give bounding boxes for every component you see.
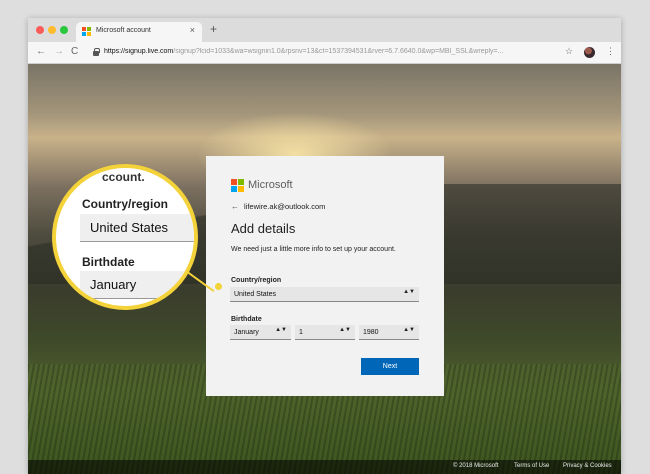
terms-link[interactable]: Terms of Use — [514, 463, 549, 469]
close-window-button[interactable] — [36, 26, 44, 34]
zoom-callout: ccount. Country/region United States Bir… — [52, 164, 198, 310]
bookmark-star-icon[interactable]: ☆ — [565, 46, 573, 57]
microsoft-logo-icon — [231, 179, 244, 192]
next-button[interactable]: Next — [361, 358, 419, 375]
back-arrow-icon[interactable]: ← — [231, 202, 239, 211]
tab-microsoft-account[interactable]: Microsoft account × — [76, 22, 202, 42]
menu-icon[interactable]: ⋮ — [606, 46, 615, 57]
address-bar[interactable]: https://signup.live.com/signup?lcid=1033… — [104, 48, 564, 55]
zoom-country-label: Country/region — [82, 197, 168, 211]
select-arrows-icon: ▲▼ — [339, 327, 351, 333]
privacy-link[interactable]: Privacy & Cookies — [563, 463, 612, 469]
zoom-cut-text: ccount. — [102, 170, 145, 184]
forward-icon[interactable]: → — [54, 46, 64, 57]
tab-strip: Microsoft account × + — [28, 18, 621, 42]
url-path: /signup?lcid=1033&wa=wsignin1.0&rpsnv=13… — [173, 48, 504, 55]
zoom-month-value: January — [90, 277, 137, 292]
zoom-month-select: January ▲▼ — [80, 271, 194, 299]
birth-month-select[interactable]: January ▲▼ — [230, 325, 291, 340]
year-value: 1980 — [363, 329, 379, 336]
microsoft-logo-icon — [82, 27, 91, 36]
birthdate-label: Birthdate — [231, 316, 262, 323]
day-value: 1 — [299, 329, 303, 336]
page-footer: © 2018 Microsoft Terms of Use Privacy & … — [28, 460, 621, 474]
back-icon[interactable]: ← — [36, 46, 46, 57]
zoom-country-select: United States — [80, 214, 194, 242]
zoom-birthdate-label: Birthdate — [82, 255, 135, 269]
country-value: United States — [234, 291, 277, 298]
account-email: lifewire.ak@outlook.com — [244, 202, 326, 211]
tab-close-icon[interactable]: × — [190, 25, 195, 35]
url-host: https://signup.live.com — [104, 48, 174, 55]
signup-card: Microsoft ← lifewire.ak@outlook.com Add … — [206, 156, 444, 396]
callout-dot — [215, 283, 222, 290]
page-title: Add details — [231, 221, 296, 236]
brand-name: Microsoft — [248, 179, 293, 191]
new-tab-button[interactable]: + — [210, 22, 217, 36]
lock-icon — [93, 48, 100, 56]
copyright-text: © 2018 Microsoft — [453, 463, 499, 469]
profile-avatar[interactable] — [584, 47, 595, 58]
select-arrows-icon: ▲▼ — [403, 327, 415, 333]
country-label: Country/region — [231, 277, 282, 284]
minimize-window-button[interactable] — [48, 26, 56, 34]
birth-day-select[interactable]: 1 ▲▼ — [295, 325, 355, 340]
month-value: January — [234, 329, 259, 336]
browser-toolbar: ← → C https://signup.live.com/signup?lci… — [28, 42, 621, 64]
select-arrows-icon: ▲▼ — [180, 275, 194, 282]
tab-title: Microsoft account — [96, 27, 151, 34]
reload-icon[interactable]: C — [71, 46, 78, 57]
maximize-window-button[interactable] — [60, 26, 68, 34]
zoom-country-value: United States — [90, 220, 169, 235]
birth-year-select[interactable]: 1980 ▲▼ — [359, 325, 419, 340]
country-select[interactable]: United States ▲▼ — [230, 287, 419, 302]
select-arrows-icon: ▲▼ — [403, 289, 415, 295]
select-arrows-icon: ▲▼ — [275, 327, 287, 333]
description-text: We need just a little more info to set u… — [231, 246, 396, 253]
